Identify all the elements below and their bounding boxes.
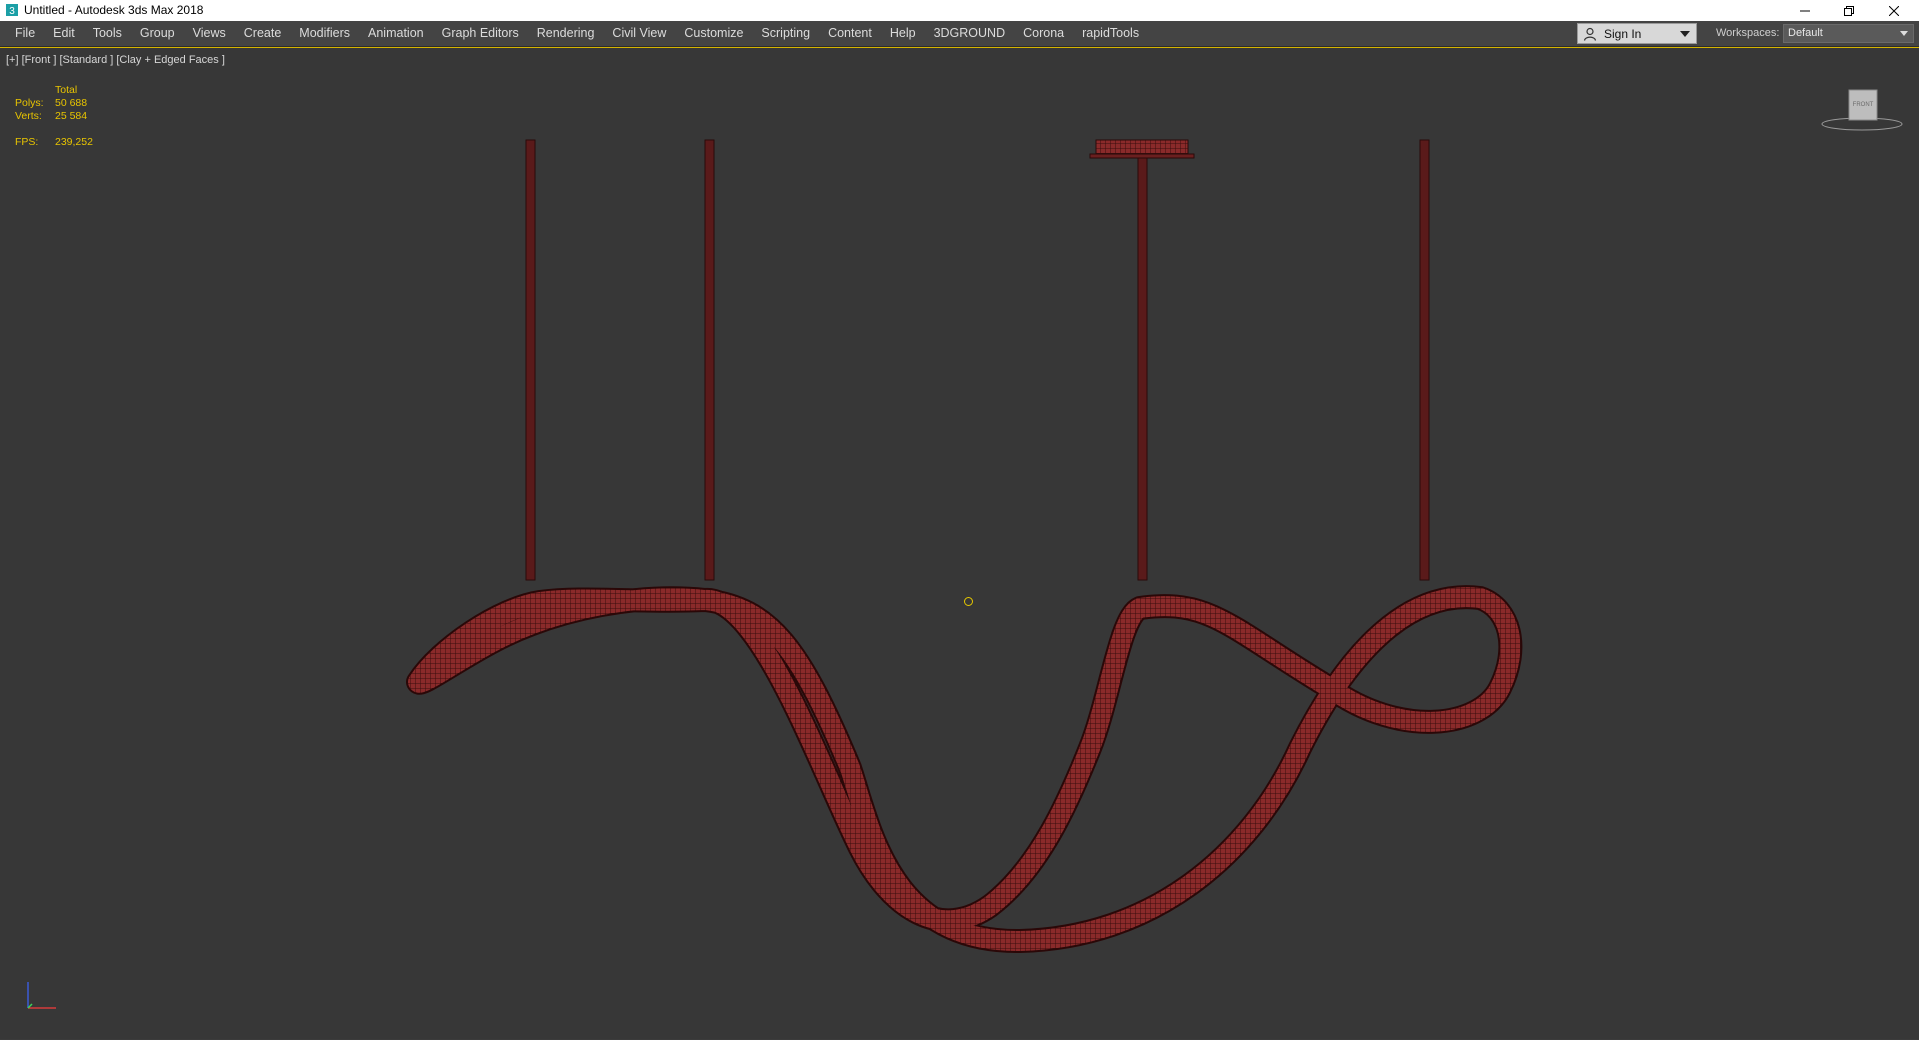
front-viewport[interactable]: [+] [Front ] [Standard ] [Clay + Edged F… — [0, 47, 1919, 1039]
menu-customize[interactable]: Customize — [675, 21, 752, 46]
menu-tools[interactable]: Tools — [84, 21, 131, 46]
viewport-label[interactable]: [+] [Front ] [Standard ] [Clay + Edged F… — [6, 54, 225, 66]
rod-4 — [1419, 139, 1430, 581]
viewcube[interactable]: FRONT — [1820, 86, 1904, 136]
window-title: Untitled - Autodesk 3ds Max 2018 — [24, 3, 204, 17]
close-button[interactable] — [1871, 0, 1917, 21]
sign-in-button[interactable]: Sign In — [1577, 23, 1697, 44]
pivot-marker — [964, 597, 973, 606]
menu-modifiers[interactable]: Modifiers — [290, 21, 359, 46]
stats-fps-label: FPS: — [15, 136, 39, 148]
rod-1 — [525, 139, 536, 581]
stats-polys-label: Polys: — [15, 97, 44, 109]
sign-in-label: Sign In — [1604, 27, 1642, 41]
minimize-icon — [1800, 10, 1810, 11]
tube-body — [408, 587, 1521, 952]
menu-3dground[interactable]: 3DGROUND — [925, 21, 1015, 46]
title-bar: 3 Untitled - Autodesk 3ds Max 2018 — [0, 0, 1919, 21]
person-icon — [1583, 27, 1597, 41]
menu-rendering[interactable]: Rendering — [528, 21, 604, 46]
chevron-down-icon — [1900, 31, 1908, 36]
workspaces-value: Default — [1788, 27, 1823, 39]
menu-animation[interactable]: Animation — [359, 21, 433, 46]
menu-views[interactable]: Views — [184, 21, 235, 46]
stats-total-label: Total — [55, 84, 78, 96]
chevron-down-icon — [1680, 31, 1690, 37]
rod-2 — [704, 139, 715, 581]
menu-group[interactable]: Group — [131, 21, 184, 46]
tube-lamp — [406, 585, 1523, 954]
axis-tripod-icon — [27, 982, 56, 1009]
stats-fps-value: 239,252 — [55, 136, 93, 148]
menu-scripting[interactable]: Scripting — [752, 21, 819, 46]
stats-verts-value: 25 584 — [55, 110, 88, 122]
menu-corona[interactable]: Corona — [1014, 21, 1073, 46]
minimize-button[interactable] — [1782, 0, 1828, 21]
tube-outline — [406, 585, 1523, 954]
restore-icon — [1844, 5, 1854, 16]
menu-bar: File Edit Tools Group Views Create Modif… — [0, 21, 1919, 47]
ceiling-canopy — [1089, 139, 1195, 159]
stats-verts-label: Verts: — [15, 110, 42, 122]
3dsmax-app-icon[interactable]: 3 — [5, 3, 19, 17]
menu-items: File Edit Tools Group Views Create Modif… — [6, 21, 1148, 46]
menu-rapidtools[interactable]: rapidTools — [1073, 21, 1148, 46]
stats-polys-value: 50 688 — [55, 97, 88, 109]
close-icon — [1889, 5, 1899, 16]
scene-model — [406, 139, 1523, 954]
workspaces-dropdown[interactable]: Default — [1783, 24, 1914, 43]
menu-graph-editors[interactable]: Graph Editors — [433, 21, 528, 46]
menu-create[interactable]: Create — [235, 21, 291, 46]
menu-edit[interactable]: Edit — [44, 21, 84, 46]
suspension-rods — [525, 139, 1430, 581]
menu-civil-view[interactable]: Civil View — [603, 21, 675, 46]
svg-text:3: 3 — [9, 6, 15, 17]
workspaces-label: Workspaces: — [1716, 27, 1780, 39]
viewcube-face-label: FRONT — [1853, 102, 1874, 108]
menu-file[interactable]: File — [6, 21, 44, 46]
rod-3 — [1137, 155, 1148, 581]
menu-help[interactable]: Help — [881, 21, 925, 46]
menu-content[interactable]: Content — [819, 21, 881, 46]
restore-button[interactable] — [1826, 0, 1872, 21]
